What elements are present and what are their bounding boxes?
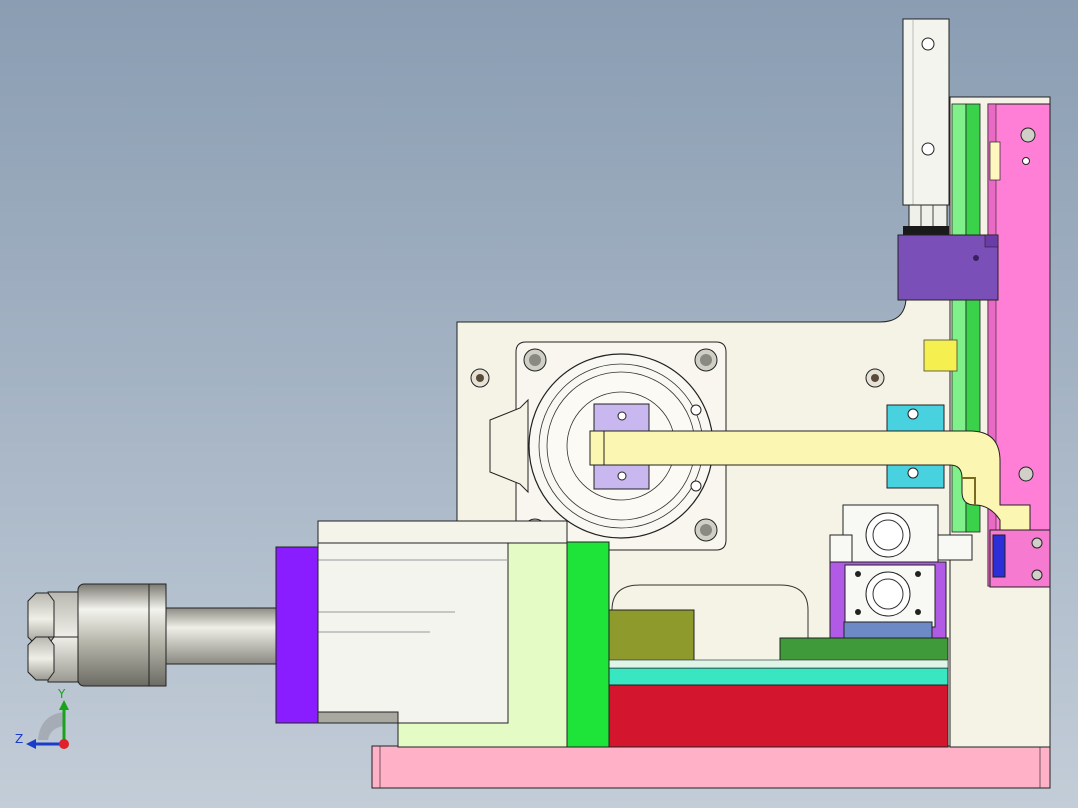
screw-icon — [871, 374, 879, 382]
profile-block-lower[interactable] — [829, 561, 947, 647]
purple-mount-block[interactable] — [897, 234, 999, 301]
green-upright[interactable] — [566, 541, 610, 748]
hole-icon — [1022, 157, 1030, 165]
hole-icon — [921, 37, 935, 51]
vertical-slide-cylinder[interactable] — [902, 18, 950, 238]
screw-icon — [476, 374, 484, 382]
cylinder-flange[interactable] — [275, 546, 319, 724]
olive-stop-block[interactable] — [607, 609, 695, 668]
screw-icon — [1031, 569, 1043, 581]
screw-icon — [1031, 537, 1043, 549]
orientation-triad[interactable]: Y Z — [15, 687, 69, 749]
screw-icon — [1020, 127, 1036, 143]
end-finger[interactable] — [989, 529, 1051, 588]
hole-icon — [617, 411, 627, 421]
origin-icon — [59, 739, 69, 749]
yellow-pad[interactable] — [923, 339, 958, 372]
base-plate[interactable] — [371, 745, 1051, 789]
hex-nut[interactable] — [27, 591, 79, 683]
hole-icon — [973, 255, 979, 261]
hole-icon — [921, 142, 935, 156]
red-base-block[interactable] — [605, 684, 949, 748]
screw-icon — [1018, 466, 1034, 482]
teal-plate[interactable] — [605, 667, 949, 686]
triad-y-label: Y — [57, 687, 66, 701]
hole-icon — [617, 471, 627, 481]
piston-rod[interactable] — [164, 607, 277, 665]
triad-z-label: Z — [15, 732, 23, 746]
cad-viewport[interactable]: Y Z — [0, 0, 1078, 808]
